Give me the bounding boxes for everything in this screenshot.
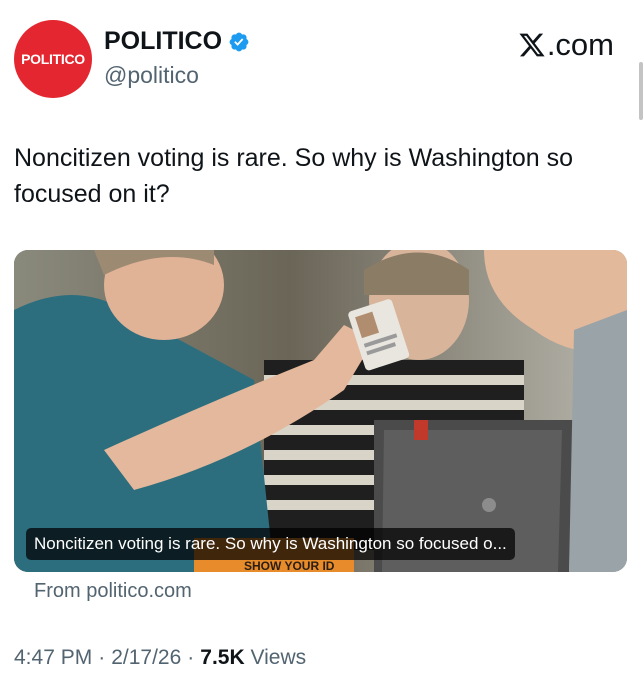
tweet-text: Noncitizen voting is rare. So why is Was… <box>14 144 574 208</box>
card-photo: SHOW YOUR ID <box>14 250 627 572</box>
views-label: Views <box>250 646 307 669</box>
card-sign-text: SHOW YOUR ID <box>244 559 335 572</box>
tweet-date[interactable]: 2/17/26 <box>111 646 181 670</box>
meta-separator: · <box>98 646 106 669</box>
author-name-row: POLITICO <box>104 27 250 56</box>
display-name[interactable]: POLITICO <box>104 27 222 56</box>
verified-badge-icon <box>229 32 249 51</box>
card-caption: Noncitizen voting is rare. So why is Was… <box>26 528 515 560</box>
x-logo-icon <box>519 33 545 57</box>
author-handle[interactable]: @politico <box>104 62 199 89</box>
meta-separator: · <box>187 646 195 669</box>
x-brand-label: .com <box>546 27 614 62</box>
x-brand: .com <box>518 27 614 63</box>
link-card[interactable]: SHOW YOUR ID Noncitizen voting is rare. … <box>14 250 627 572</box>
card-source[interactable]: From politico.com <box>34 580 192 603</box>
avatar-logo-text: POLITICO <box>21 51 85 67</box>
tweet-time[interactable]: 4:47 PM <box>14 646 92 670</box>
scrollbar[interactable] <box>639 62 643 120</box>
tweet-meta: 4:47 PM · 2/17/26 · 7.5K Views <box>14 646 306 670</box>
views-count: 7.5K <box>200 646 245 669</box>
avatar[interactable]: POLITICO <box>14 20 92 98</box>
